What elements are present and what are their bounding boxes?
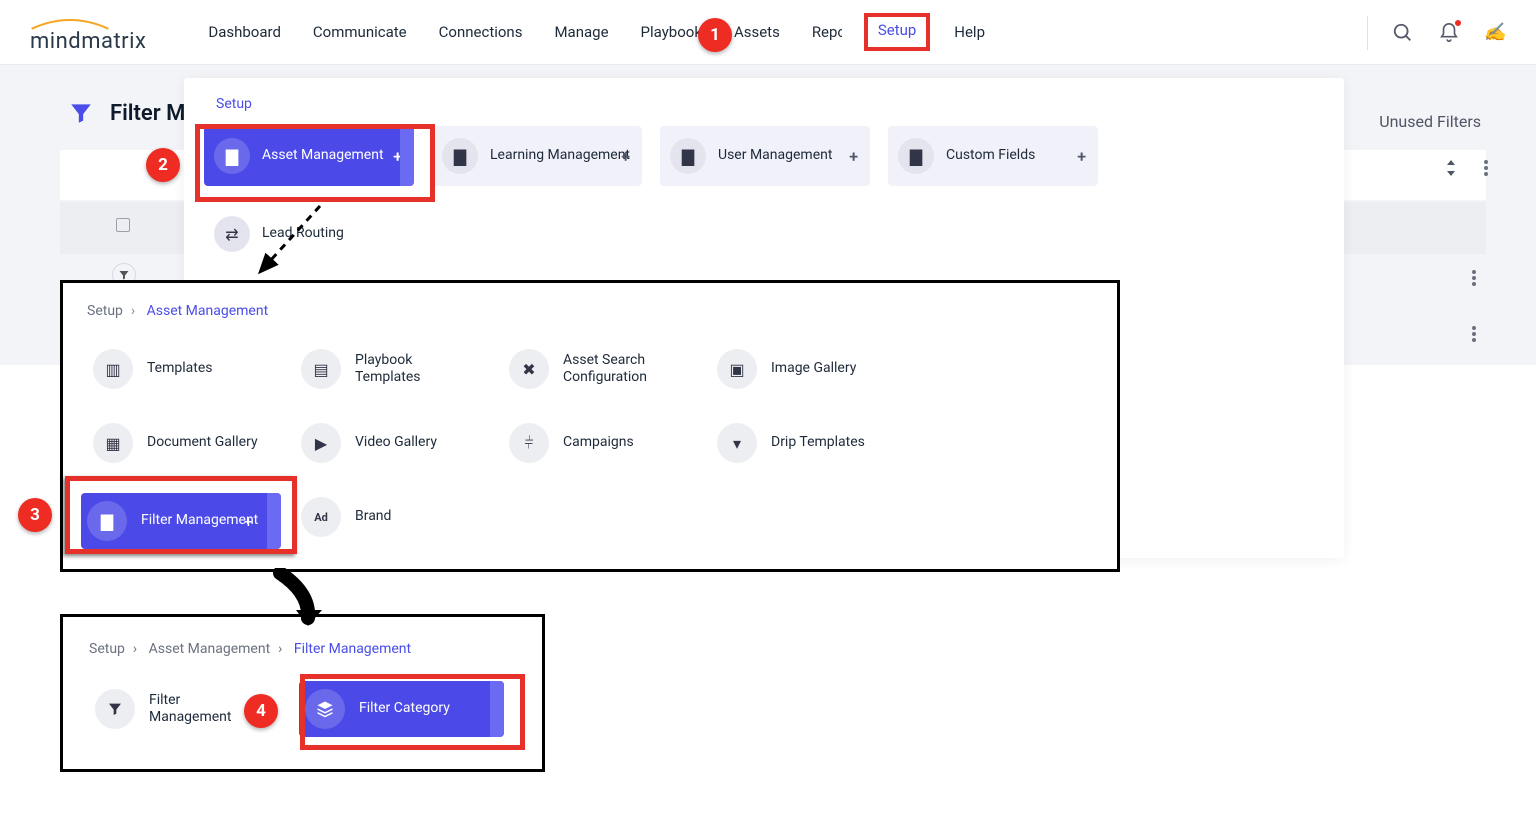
crumb-asset-management[interactable]: Asset Management	[147, 303, 269, 319]
step-badge-3: 3	[18, 498, 52, 532]
folder-icon: ▇	[442, 138, 478, 174]
folder-icon: ▇	[670, 138, 706, 174]
select-all-checkbox[interactable]	[116, 218, 130, 232]
tree-icon: ▾	[717, 423, 757, 463]
nav-dashboard[interactable]: Dashboard	[206, 19, 283, 45]
item-asset-search-config[interactable]: ✖Asset Search Configuration	[503, 341, 693, 397]
breadcrumb-2: Setup› Asset Management	[87, 303, 1093, 319]
nav-assets[interactable]: Assets	[732, 19, 782, 45]
crumb3-filter[interactable]: Filter Management	[294, 641, 411, 657]
bell-icon[interactable]	[1438, 22, 1460, 44]
arrow-1	[250, 200, 340, 290]
folder-icon: ▇	[898, 138, 934, 174]
image-icon: ▣	[717, 349, 757, 389]
book-icon: ▤	[301, 349, 341, 389]
item-filter-management-leaf[interactable]: Filter Management	[89, 681, 229, 737]
sort-icon[interactable]	[1444, 160, 1458, 180]
routing-icon: ⇄	[214, 216, 250, 252]
logo-text: mindmatrix	[30, 29, 146, 54]
crumb-setup[interactable]: Setup	[87, 303, 123, 319]
highlight-box-3	[65, 476, 297, 554]
arrow-2	[260, 568, 340, 628]
crumb3-asset[interactable]: Asset Management	[149, 641, 271, 657]
highlight-box-4	[300, 674, 525, 750]
nav-menu: Dashboard Communicate Connections Manage…	[206, 19, 987, 45]
item-video-gallery[interactable]: ▶Video Gallery	[295, 415, 485, 471]
nav-connections[interactable]: Connections	[437, 19, 525, 45]
item-campaigns[interactable]: ⫩Campaigns	[503, 415, 693, 471]
funnel-icon	[95, 689, 135, 729]
map-icon: ⫩	[509, 423, 549, 463]
tile-learning-management[interactable]: ▇ Learning Management+	[432, 126, 642, 186]
search-icon[interactable]	[1392, 22, 1414, 44]
doc-icon: ▦	[93, 423, 133, 463]
tile-custom-fields[interactable]: ▇ Custom Fields+	[888, 126, 1098, 186]
logo: mindmatrix	[30, 10, 146, 54]
tile-user-management[interactable]: ▇ User Management+	[660, 126, 870, 186]
funnel-icon	[68, 100, 94, 126]
row-menu-2[interactable]	[1472, 326, 1476, 346]
top-right: ✍	[1367, 0, 1506, 65]
user-signature[interactable]: ✍	[1484, 22, 1506, 43]
step-badge-1: 1	[698, 18, 732, 52]
column-menu[interactable]	[1484, 160, 1488, 181]
nav-help[interactable]: Help	[952, 19, 987, 45]
video-icon: ▶	[301, 423, 341, 463]
unused-filters-tab[interactable]: Unused Filters	[1379, 112, 1481, 131]
row-menu-1[interactable]	[1472, 270, 1476, 290]
item-playbook-templates[interactable]: ▤Playbook Templates	[295, 341, 485, 397]
nav-playbook[interactable]: Playbook	[639, 19, 704, 45]
panel-breadcrumb[interactable]: Setup	[216, 96, 1324, 112]
crumb3-setup[interactable]: Setup	[89, 641, 125, 657]
tools-icon: ✖	[509, 349, 549, 389]
page-title-text: Filter M	[110, 101, 185, 126]
item-document-gallery[interactable]: ▦Document Gallery	[87, 415, 277, 471]
nav-setup[interactable]: Setup	[876, 17, 918, 43]
step-badge-2: 2	[146, 148, 180, 182]
breadcrumb-3: Setup› Asset Management› Filter Manageme…	[89, 641, 516, 657]
nav-reports[interactable]: Reports	[810, 19, 842, 45]
image-icon: ▥	[93, 349, 133, 389]
item-image-gallery[interactable]: ▣Image Gallery	[711, 341, 901, 397]
nav-communicate[interactable]: Communicate	[311, 19, 409, 45]
ad-icon: Ad	[301, 497, 341, 537]
nav-manage[interactable]: Manage	[552, 19, 610, 45]
step-badge-4: 4	[244, 694, 278, 728]
highlight-box-2	[195, 124, 435, 202]
top-nav: mindmatrix Dashboard Communicate Connect…	[0, 0, 1536, 65]
item-drip-templates[interactable]: ▾Drip Templates	[711, 415, 901, 471]
item-templates[interactable]: ▥Templates	[87, 341, 277, 397]
page-title: Filter M	[68, 100, 185, 126]
item-brand[interactable]: AdBrand	[295, 489, 485, 545]
nav-setup-highlight: Setup	[864, 13, 930, 51]
